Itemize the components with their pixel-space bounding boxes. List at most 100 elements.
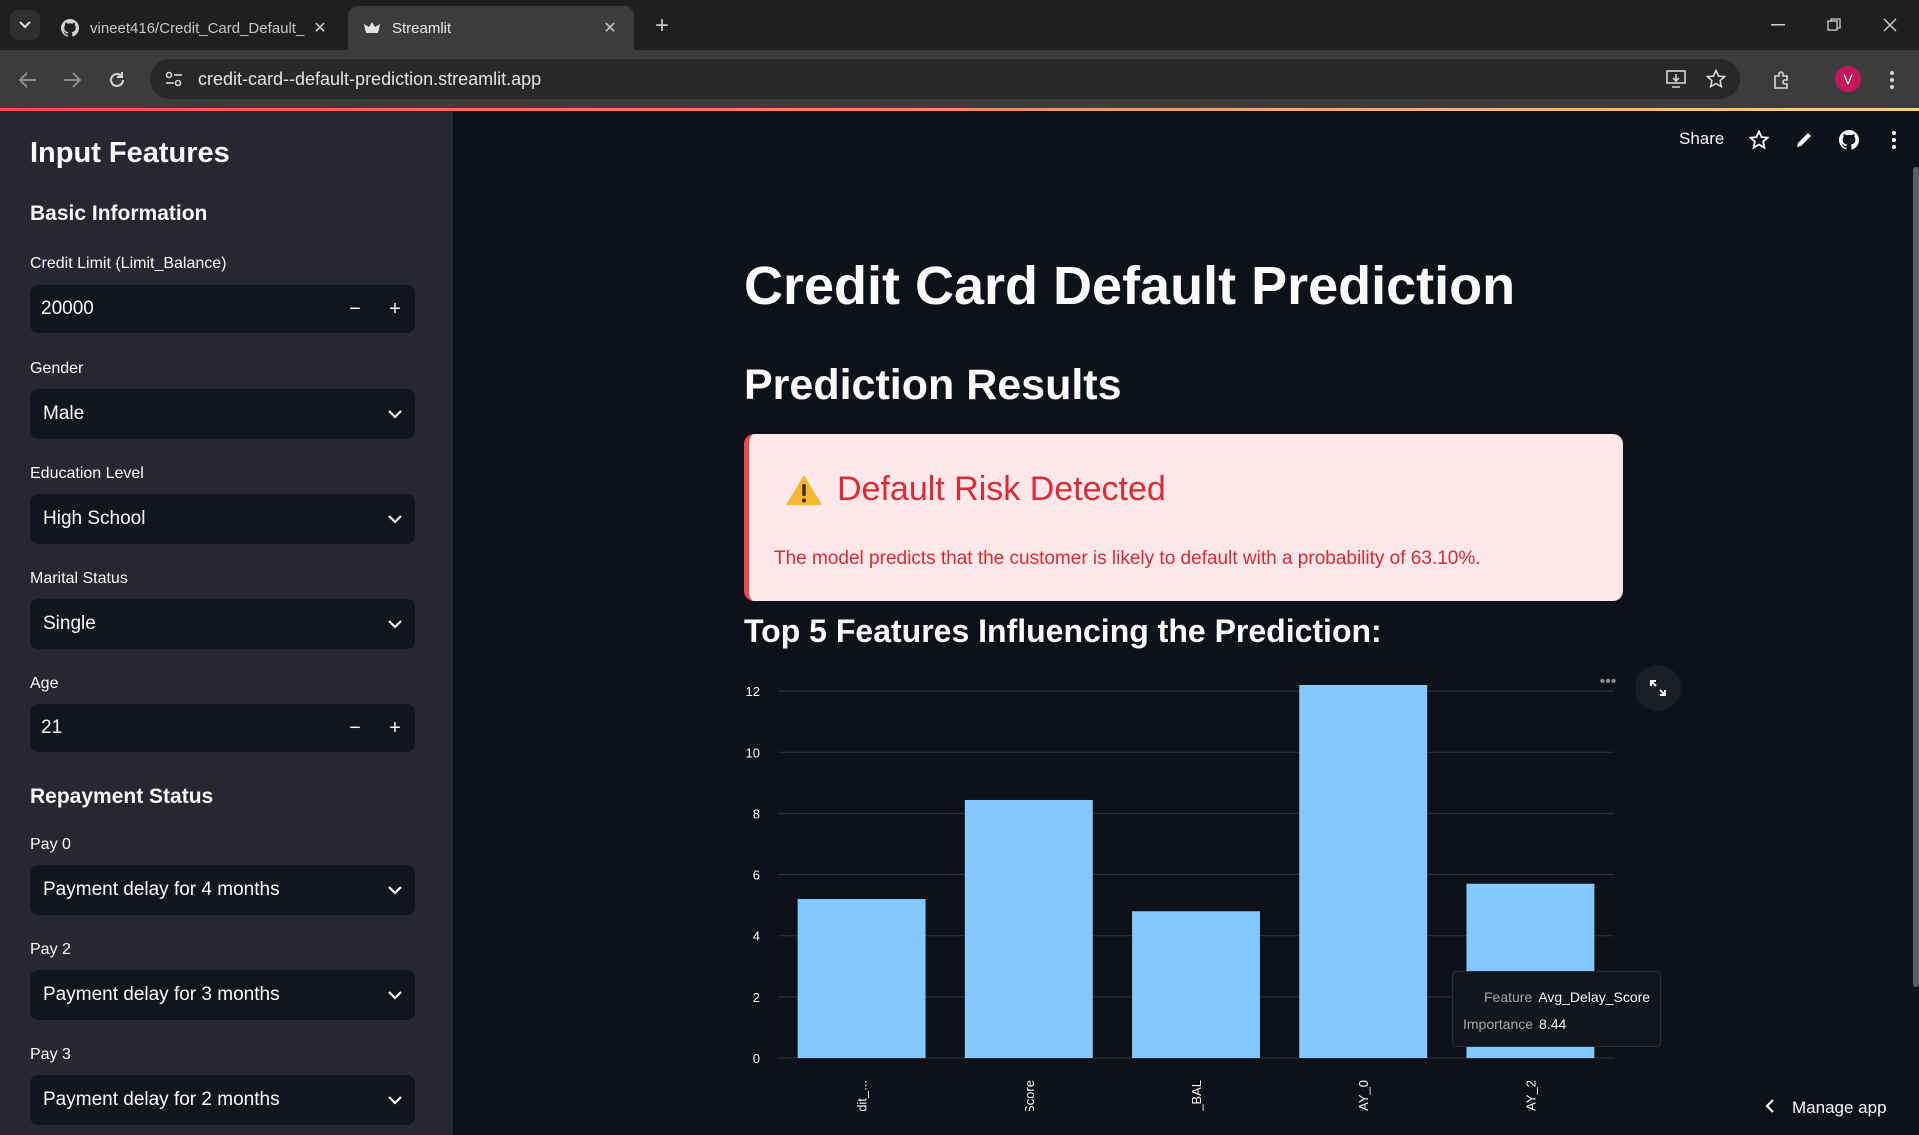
main-menu-icon[interactable]: [1881, 127, 1907, 153]
pay0-label: Pay 0: [30, 836, 71, 853]
gender-select[interactable]: Male: [30, 389, 415, 439]
tooltip-importance-value: 8.44: [1539, 1016, 1567, 1032]
edit-pencil-icon[interactable]: [1791, 127, 1817, 153]
gender-label: Gender: [30, 360, 84, 377]
marital-value: Single: [43, 613, 96, 634]
y-tick-label: 12: [746, 684, 760, 699]
y-tick-label: 2: [753, 990, 760, 1005]
minimize-icon[interactable]: [1750, 0, 1806, 50]
x-tick-label: PAY_2: [1523, 1080, 1538, 1111]
bar: [964, 799, 1093, 1058]
pay0-select[interactable]: Payment delay for 4 months: [30, 865, 415, 915]
tab-search-button[interactable]: [10, 10, 40, 40]
close-window-icon[interactable]: [1862, 0, 1918, 50]
tab-github[interactable]: vineet416/Credit_Card_Default_ ✕: [46, 6, 344, 50]
chart-tooltip: Feature Avg_Delay_Score Importance 8.44: [1452, 971, 1661, 1047]
address-bar[interactable]: credit-card--default-prediction.streamli…: [150, 59, 1740, 99]
alert-message: The model predicts that the customer is …: [774, 548, 1481, 569]
age-value[interactable]: 21: [30, 717, 335, 739]
url-text: credit-card--default-prediction.streamli…: [198, 68, 542, 89]
bookmark-star-icon[interactable]: [1698, 59, 1734, 99]
results-heading: Prediction Results: [744, 361, 1122, 409]
install-app-icon[interactable]: [1658, 59, 1694, 99]
tab-strip: vineet416/Credit_Card_Default_ ✕ Streaml…: [0, 0, 1919, 50]
tooltip-feature-key: Feature: [1484, 989, 1533, 1005]
restore-icon[interactable]: [1806, 0, 1862, 50]
chevron-down-icon: [375, 494, 415, 544]
main-content: Share Credit Card Default Prediction Pre…: [453, 111, 1919, 1135]
x-tick-label: PAY_0: [1356, 1080, 1371, 1111]
manage-app-label: Manage app: [1792, 1098, 1887, 1117]
chevron-left-icon: [1765, 1098, 1774, 1118]
x-tick-label: Average_Credit_...: [855, 1080, 870, 1111]
y-tick-label: 8: [753, 806, 760, 821]
browser-toolbar: credit-card--default-prediction.streamli…: [0, 50, 1919, 108]
bar: [797, 899, 926, 1058]
pay2-select[interactable]: Payment delay for 3 months: [30, 970, 415, 1020]
features-heading: Top 5 Features Influencing the Predictio…: [744, 613, 1382, 649]
y-tick-label: 10: [746, 745, 760, 760]
credit-limit-value[interactable]: 20000: [30, 298, 335, 320]
page-title: Credit Card Default Prediction: [744, 256, 1516, 316]
chevron-down-icon: [375, 599, 415, 649]
pay0-value: Payment delay for 4 months: [43, 879, 280, 900]
x-tick-label: Avg_Delay_Score: [1022, 1080, 1037, 1111]
close-icon[interactable]: ✕: [600, 18, 620, 38]
alert-title-row: Default Risk Detected: [785, 470, 1166, 509]
reload-icon[interactable]: [101, 64, 133, 96]
manage-app-button[interactable]: Manage app: [1765, 1098, 1887, 1118]
error-alert: Default Risk Detected The model predicts…: [744, 434, 1623, 601]
education-select[interactable]: High School: [30, 494, 415, 544]
tab-streamlit[interactable]: Streamlit ✕: [348, 6, 634, 50]
decrement-button[interactable]: −: [335, 704, 375, 752]
decrement-button[interactable]: −: [335, 285, 375, 333]
github-icon: [60, 18, 80, 38]
share-button[interactable]: Share: [1679, 129, 1724, 149]
y-tick-label: 0: [753, 1051, 760, 1066]
chevron-down-icon: [375, 389, 415, 439]
increment-button[interactable]: +: [375, 285, 415, 333]
warning-icon: [786, 474, 822, 505]
sidebar: Input Features Basic Information Credit …: [0, 111, 453, 1135]
scrollbar[interactable]: [1913, 167, 1919, 987]
sidebar-title: Input Features: [30, 137, 230, 169]
education-label: Education Level: [30, 465, 144, 482]
pay2-label: Pay 2: [30, 941, 71, 958]
bar: [1299, 685, 1428, 1058]
education-value: High School: [43, 508, 146, 529]
x-tick-label: LIMIT_BAL: [1189, 1080, 1204, 1111]
pay2-value: Payment delay for 3 months: [43, 984, 280, 1005]
increment-button[interactable]: +: [375, 704, 415, 752]
credit-limit-input: 20000 − +: [30, 285, 415, 333]
forward-icon[interactable]: [56, 64, 88, 96]
tab-title: Streamlit: [392, 19, 452, 37]
extensions-icon[interactable]: [1766, 64, 1798, 96]
y-tick-label: 6: [753, 868, 760, 883]
marital-label: Marital Status: [30, 570, 128, 587]
fullscreen-expand-icon[interactable]: [1635, 665, 1681, 711]
new-tab-button[interactable]: +: [648, 12, 676, 40]
chevron-down-icon: [375, 970, 415, 1020]
pay3-label: Pay 3: [30, 1046, 71, 1063]
pay3-select[interactable]: Payment delay for 2 months: [30, 1075, 415, 1125]
chevron-down-icon: [19, 21, 31, 29]
repayment-heading: Repayment Status: [30, 785, 214, 808]
star-icon[interactable]: [1746, 127, 1772, 153]
profile-avatar[interactable]: V: [1835, 66, 1861, 92]
close-icon[interactable]: ✕: [310, 18, 330, 38]
age-label: Age: [30, 675, 59, 692]
browser-menu-icon[interactable]: [1876, 64, 1908, 96]
chart-more-icon[interactable]: •••: [1596, 674, 1620, 697]
pay3-value: Payment delay for 2 months: [43, 1089, 280, 1110]
back-icon[interactable]: [12, 64, 44, 96]
github-icon[interactable]: [1836, 127, 1862, 153]
marital-select[interactable]: Single: [30, 599, 415, 649]
tab-title: vineet416/Credit_Card_Default_: [90, 19, 305, 37]
tooltip-feature-value: Avg_Delay_Score: [1538, 989, 1651, 1005]
tooltip-importance-key: Importance: [1463, 1016, 1534, 1032]
site-info-icon[interactable]: [154, 59, 194, 99]
streamlit-icon: [362, 18, 382, 38]
y-tick-label: 4: [753, 929, 760, 944]
basic-info-heading: Basic Information: [30, 202, 208, 225]
gender-value: Male: [43, 403, 85, 424]
